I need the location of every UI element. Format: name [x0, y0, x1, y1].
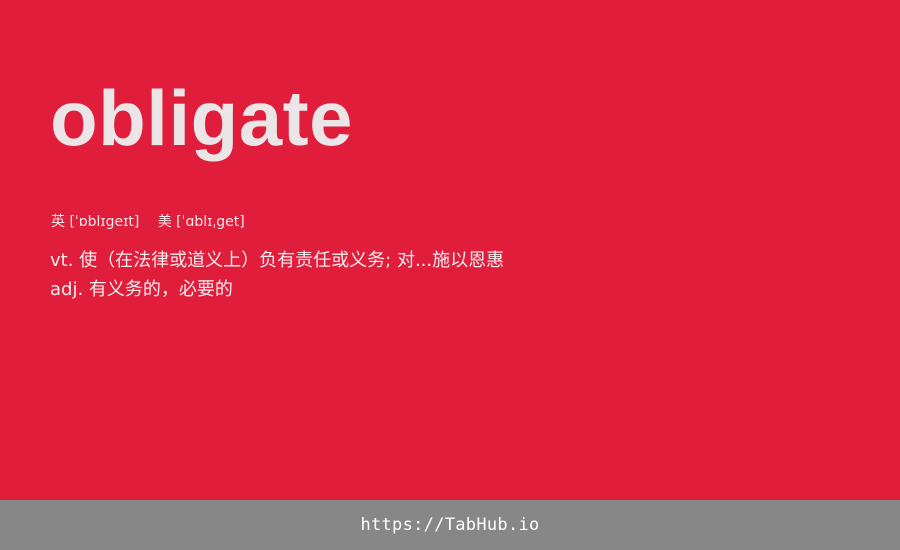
definitions: vt. 使（在法律或道义上）负有责任或义务; 对...施以恩惠 adj. 有义务… [50, 246, 504, 304]
word-card: obligate 英 [ˈɒblɪgeɪt] 美 [ˈɑblɪˌget] vt.… [0, 0, 900, 500]
definition-adjective: adj. 有义务的，必要的 [50, 279, 233, 300]
phonetics: 英 [ˈɒblɪgeɪt] 美 [ˈɑblɪˌget] [51, 212, 245, 232]
tabhub-link[interactable]: https://TabHub.io [360, 515, 539, 535]
phonetic-uk: 英 [ˈɒblɪgeɪt] [51, 214, 140, 230]
definition-verb: vt. 使（在法律或道义上）负有责任或义务; 对...施以恩惠 [50, 250, 505, 271]
word-title: obligate [50, 74, 354, 162]
footer-bar: https://TabHub.io [0, 500, 900, 550]
phonetic-us: 美 [ˈɑblɪˌget] [157, 214, 245, 230]
